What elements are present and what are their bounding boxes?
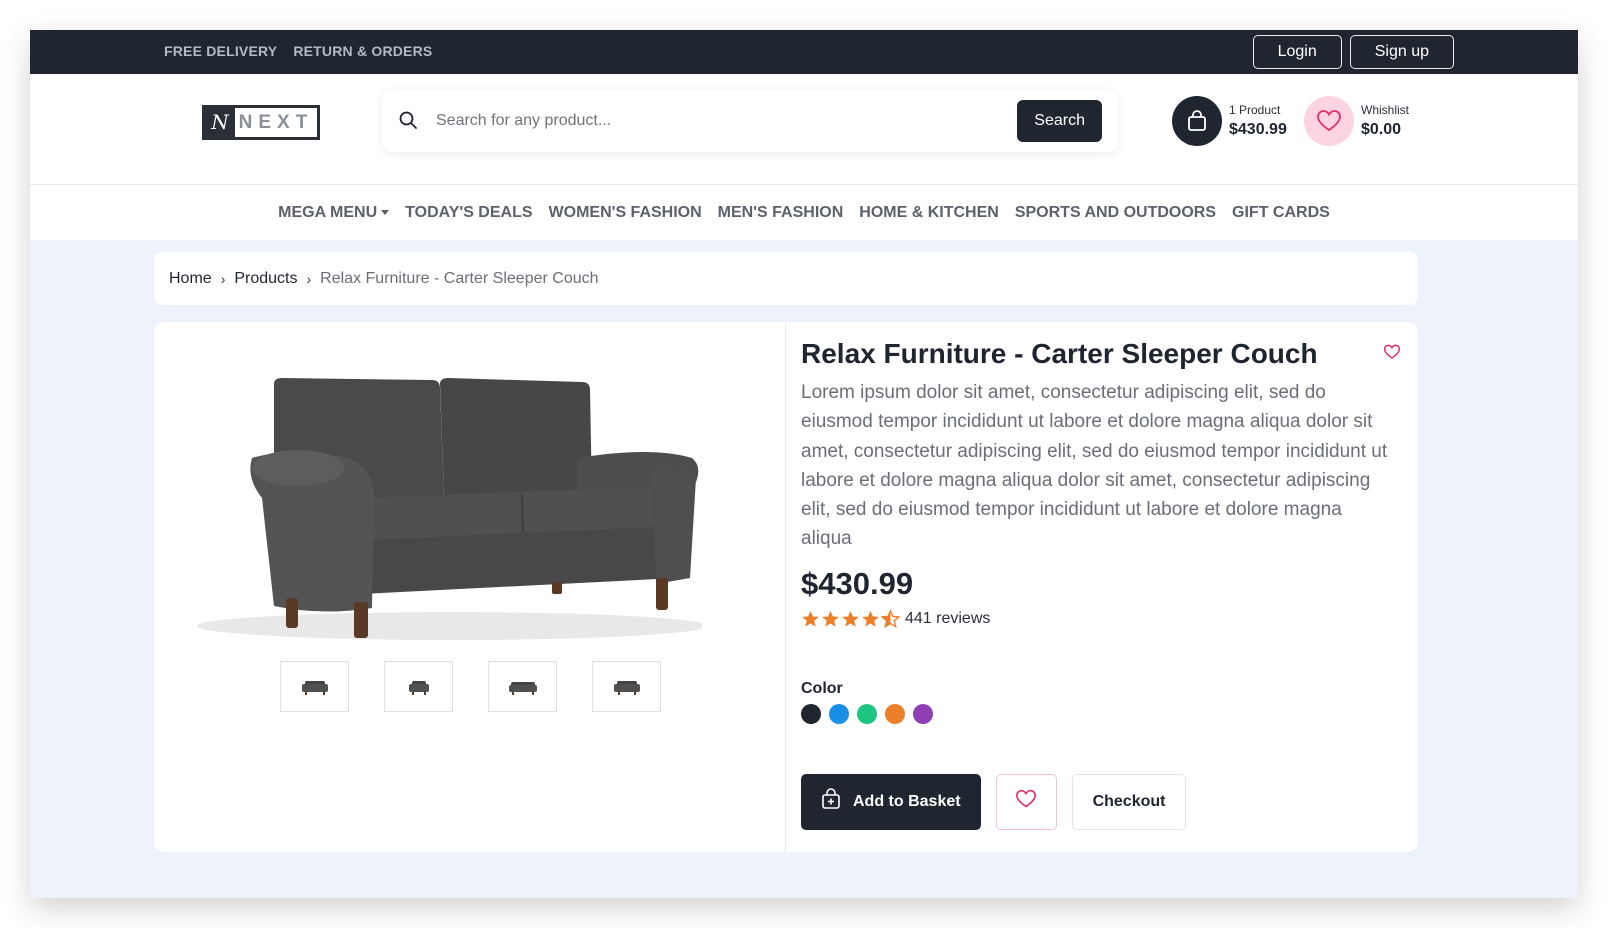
breadcrumb-home[interactable]: Home (169, 270, 212, 288)
header: N NEXT Search 1 Product $430.99 Wh (30, 74, 1578, 185)
bag-icon (1172, 96, 1222, 146)
nav-womens-fashion[interactable]: WOMEN'S FASHION (549, 204, 702, 222)
free-delivery-link[interactable]: FREE DELIVERY (164, 43, 277, 59)
auth-buttons: Login Sign up (1252, 35, 1454, 69)
add-to-basket-label: Add to Basket (853, 792, 961, 810)
product-info: Relax Furniture - Carter Sleeper Couch L… (801, 336, 1401, 830)
star-half-icon (881, 609, 900, 628)
product-price: $430.99 (801, 565, 914, 601)
color-label: Color (801, 679, 843, 697)
breadcrumb-current: Relax Furniture - Carter Sleeper Couch (320, 269, 599, 287)
top-bar: FREE DELIVERY RETURN & ORDERS Login Sign… (30, 30, 1578, 74)
search-bar: Search (382, 90, 1118, 152)
color-swatch-purple[interactable] (913, 703, 933, 724)
cart-count: 1 Product (1229, 103, 1281, 117)
breadcrumb-products[interactable]: Products (234, 270, 297, 288)
caret-down-icon (381, 210, 390, 215)
star-icon (862, 610, 879, 627)
wishlist-label: Whishlist (1361, 103, 1410, 117)
logo[interactable]: N NEXT (202, 105, 320, 140)
add-to-wishlist-button[interactable] (995, 773, 1057, 830)
nav-mega-menu[interactable]: MEGA MENU (278, 203, 390, 222)
thumbnail-2[interactable] (384, 661, 453, 712)
page-frame: FREE DELIVERY RETURN & ORDERS Login Sign… (30, 30, 1578, 898)
thumbnail-4[interactable] (592, 661, 661, 712)
color-swatch-green[interactable] (857, 703, 877, 724)
login-button[interactable]: Login (1252, 35, 1342, 69)
color-swatch-blue[interactable] (829, 703, 849, 724)
color-swatch-black[interactable] (801, 703, 821, 724)
star-icon (842, 610, 859, 627)
breadcrumb: Home › Products › Relax Furniture - Cart… (154, 252, 1418, 305)
card-divider (785, 322, 786, 852)
breadcrumb-separator-icon: › (220, 270, 226, 287)
checkout-button[interactable]: Checkout (1071, 773, 1187, 830)
search-icon (398, 110, 418, 130)
product-title: Relax Furniture - Carter Sleeper Couch (801, 338, 1318, 369)
logo-mark: N (205, 108, 235, 137)
add-to-basket-button[interactable]: Add to Basket (801, 773, 981, 830)
nav-gift-cards[interactable]: GIFT CARDS (1232, 204, 1330, 222)
heart-icon[interactable] (1383, 344, 1401, 365)
main-nav: MEGA MENU TODAY'S DEALS WOMEN'S FASHION … (30, 185, 1578, 240)
product-actions: Add to Basket Checkout (801, 773, 1401, 830)
wishlist-amount: $0.00 (1361, 121, 1402, 138)
star-icon (822, 610, 839, 627)
nav-home-kitchen[interactable]: HOME & KITCHEN (859, 204, 999, 222)
product-rating: 441 reviews (801, 609, 1401, 628)
search-button[interactable]: Search (1017, 100, 1102, 142)
cart-info: 1 Product $430.99 (1229, 103, 1287, 139)
nav-todays-deals[interactable]: TODAY'S DEALS (405, 204, 532, 222)
wishlist-summary[interactable]: Whishlist $0.00 (1304, 96, 1409, 146)
cart-summary[interactable]: 1 Product $430.99 (1172, 96, 1287, 146)
nav-sports-outdoors[interactable]: SPORTS AND OUTDOORS (1015, 204, 1216, 222)
nav-mega-menu-label: MEGA MENU (278, 203, 378, 221)
color-swatches (801, 703, 1401, 724)
breadcrumb-separator-icon: › (306, 270, 312, 287)
product-card: Relax Furniture - Carter Sleeper Couch L… (154, 322, 1418, 852)
review-count[interactable]: 441 reviews (905, 610, 990, 628)
search-input[interactable] (436, 106, 996, 136)
cart-amount: $430.99 (1229, 121, 1287, 138)
nav-mens-fashion[interactable]: MEN'S FASHION (718, 204, 844, 222)
star-icon (802, 610, 819, 627)
product-main-image (182, 358, 707, 648)
thumbnail-1[interactable] (280, 661, 349, 712)
heart-icon (1015, 789, 1037, 814)
basket-plus-icon (821, 788, 841, 815)
return-orders-link[interactable]: RETURN & ORDERS (293, 43, 432, 59)
rating-stars (801, 609, 900, 628)
heart-icon (1304, 96, 1354, 146)
signup-button[interactable]: Sign up (1349, 35, 1454, 69)
thumbnail-list (280, 661, 661, 712)
wishlist-info: Whishlist $0.00 (1361, 103, 1409, 139)
logo-text: NEXT (238, 112, 314, 133)
product-description: Lorem ipsum dolor sit amet, consectetur … (801, 382, 1388, 550)
top-links: FREE DELIVERY RETURN & ORDERS (164, 43, 432, 59)
thumbnail-3[interactable] (488, 661, 557, 712)
color-swatch-orange[interactable] (885, 703, 905, 724)
